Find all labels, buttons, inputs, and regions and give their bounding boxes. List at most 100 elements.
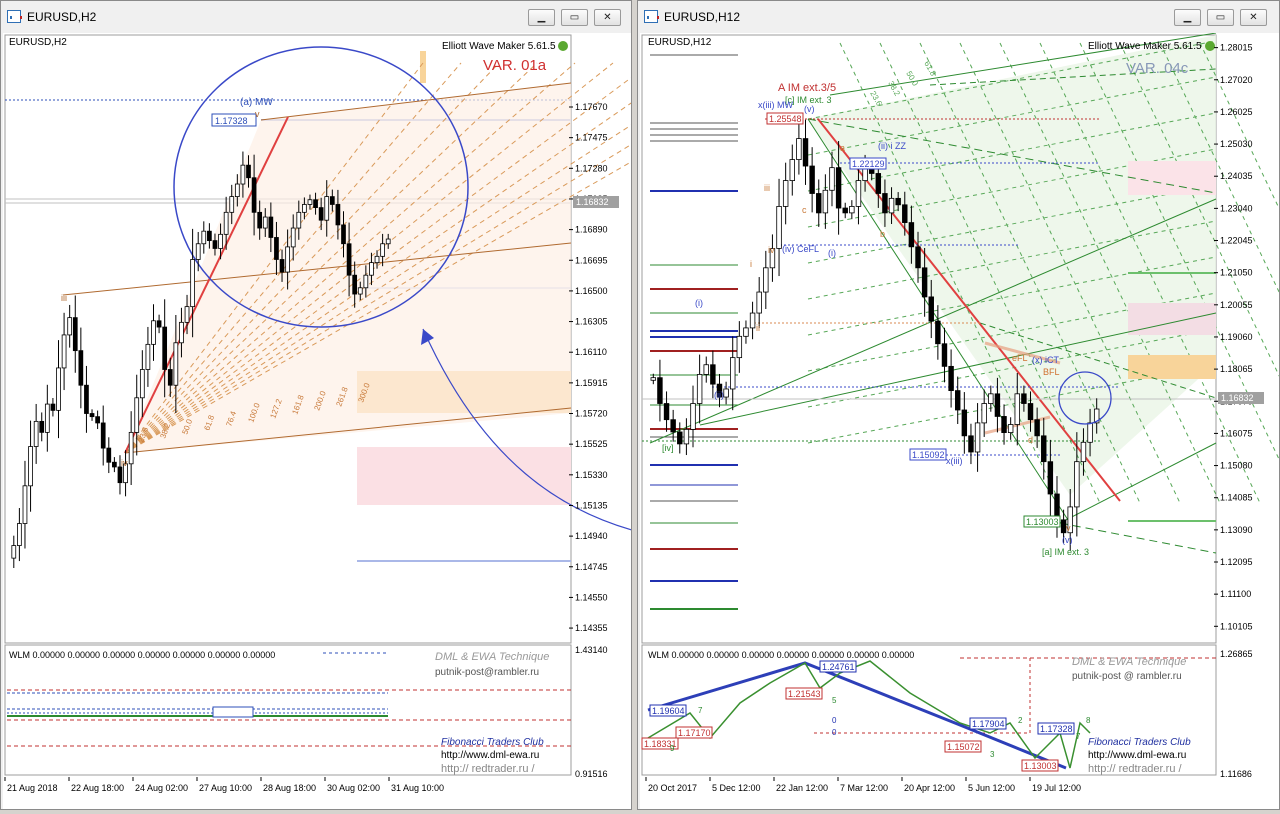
wlm-price-box: 1.21543 (785, 687, 823, 700)
chart-area[interactable]: (a) MW 1.17328 iii iv v 23.6 38.2 50.0 61.8… (3, 33, 1084, 809)
wave-label-d-small: d (1028, 435, 1033, 445)
wave-label-iv-cefl: (iv) CeFL (782, 244, 819, 254)
y-tick-label: 1.14085 (1220, 493, 1253, 503)
price-chart-h12[interactable]: 1.25548 1.22129 1.15092 1.13003 A IM ext… (640, 32, 1280, 809)
sub-axis-top: 1.43140 (575, 645, 608, 655)
price-chart-h2[interactable]: (a) MW 1.17328 iii iv v 23.6 38.2 50.0 61.8… (3, 33, 1084, 809)
window-titlebar[interactable]: EURUSD,H12 ▁ ▭ ✕ (638, 1, 1279, 33)
x-tick-label: 30 Aug 02:00 (327, 783, 380, 793)
svg-text:1.19604: 1.19604 (652, 706, 685, 716)
indicator-name: Elliott Wave Maker 5.61.5 (442, 41, 556, 52)
svg-text:1.24761: 1.24761 (822, 662, 855, 672)
y-tick-label: 1.17280 (575, 163, 608, 173)
wlm-small-label: 7 (1076, 732, 1081, 741)
wlm-small-label: 9 (670, 744, 675, 753)
wlm-small-label: 0 (832, 728, 837, 737)
wave-label-i-small: i (750, 259, 752, 269)
y-tick-label: 1.16305 (575, 317, 608, 327)
close-button[interactable]: ✕ (1240, 9, 1267, 26)
svg-text:1.17904: 1.17904 (972, 719, 1005, 729)
wave-label-xiii-low: x(iii) (946, 456, 963, 466)
wave-label-i-mid: (i) (828, 248, 836, 258)
indicator-name: Elliott Wave Maker 5.61.5 (1088, 41, 1202, 52)
x-tick-label: 19 Jul 12:00 (1032, 783, 1081, 793)
chart-window-icon (7, 10, 22, 23)
price-box-2: 1.22129 (852, 159, 885, 169)
y-tick-label: 1.13090 (1220, 525, 1253, 535)
window-title: EURUSD,H12 (664, 10, 741, 24)
wlm-price-box: 1.15072 (944, 740, 982, 753)
wave-label-a-ext: [a] IM ext. 3 (1042, 547, 1089, 557)
last-price-value: 1.16832 (1221, 393, 1254, 403)
window-titlebar[interactable]: EURUSD,H2 ▁ ▭ ✕ (1, 1, 631, 33)
wlm-label: WLM 0.00000 0.00000 0.00000 0.00000 0.00… (9, 650, 275, 660)
wave-label-iii-small: iii (764, 183, 770, 193)
wave-label-ii-izz: (ii) i ZZ (878, 141, 906, 151)
x-tick-label: 5 Dec 12:00 (712, 783, 761, 793)
x-tick-label: 27 Aug 10:00 (199, 783, 252, 793)
wave-label-iv-left: [iv] (662, 443, 674, 453)
credit-3: Fibonacci Traders Club (1088, 737, 1191, 748)
wave-label-xict: (x) iCT (1032, 355, 1059, 365)
y-tick-label: 1.16500 (575, 286, 608, 296)
minimize-button[interactable]: ▁ (528, 9, 555, 26)
maximize-button[interactable]: ▭ (561, 9, 588, 26)
close-button[interactable]: ✕ (594, 9, 621, 26)
symbol-label: EURUSD,H2 (9, 37, 67, 48)
y-tick-label: 1.15080 (1220, 461, 1253, 471)
y-tick-label: 1.27020 (1220, 75, 1253, 85)
y-tick-label: 1.15330 (575, 470, 608, 480)
y-tick-label: 1.15720 (575, 409, 608, 419)
wlm-small-label: 0 (832, 716, 837, 725)
sub-axis-top: 1.26865 (1220, 649, 1253, 659)
price-box-4: 1.13003 (1026, 517, 1059, 527)
wave-label-ii-small: ii (756, 323, 760, 333)
x-tick-label: 5 Jun 12:00 (968, 783, 1015, 793)
wave-label-c-small: c (802, 205, 807, 215)
variant-label: VAR. 01a (483, 57, 547, 74)
wlm-small-label: 8 (1086, 716, 1091, 725)
wlm-small-label: 2 (1018, 716, 1023, 725)
x-tick-label: 24 Aug 02:00 (135, 783, 188, 793)
y-tick-label: 1.22045 (1220, 236, 1253, 246)
y-tick-label: 1.26025 (1220, 107, 1253, 117)
chart-area[interactable]: 1.25548 1.22129 1.15092 1.13003 A IM ext… (640, 32, 1280, 809)
wave-label-iv: iv (121, 458, 128, 468)
x-tick-label: 22 Jan 12:00 (776, 783, 828, 793)
zone-pink-1 (1128, 161, 1216, 195)
wave-label-v-top: (v) (804, 104, 815, 114)
wave-label-iii: iii (61, 293, 67, 303)
y-tick-label: 1.12095 (1220, 557, 1253, 567)
credit-5: http:// redtrader.ru / (1088, 763, 1182, 775)
chart-window-icon (644, 10, 659, 23)
indicator-status-icon (558, 41, 568, 51)
wlm-price-box: 1.24761 (819, 660, 857, 673)
maximize-button[interactable]: ▭ (1207, 9, 1234, 26)
y-tick-label: 1.21050 (1220, 268, 1253, 278)
wave-label-bfl: BFL (1043, 367, 1060, 377)
x-tick-label: 20 Apr 12:00 (904, 783, 955, 793)
chart-window-eurusd-h2[interactable]: EURUSD,H2 ▁ ▭ ✕ (a) MW 1.17328 iii iv v … (0, 0, 1084, 810)
indicator-status-icon (1205, 41, 1215, 51)
y-tick-label: 1.16110 (575, 347, 607, 357)
zone-orange (1128, 355, 1216, 379)
wave-label-i-left: (i) (695, 298, 703, 308)
wlm-label: WLM 0.00000 0.00000 0.00000 0.00000 0.00… (648, 650, 914, 660)
credit-1: DML & EWA Technique (1072, 656, 1186, 668)
wave-label-v-low: (v) (1062, 535, 1073, 545)
wave-label-efl: eFL (1012, 353, 1028, 363)
y-tick-label: 1.17475 (575, 133, 608, 143)
price-box-1: 1.25548 (769, 114, 802, 124)
wave-label-a-small: a (840, 143, 845, 153)
credit-2: putnik-post@rambler.ru (435, 667, 539, 678)
y-tick-label: 1.15135 (575, 500, 608, 510)
wlm-small-label: 3 (990, 750, 995, 759)
minimize-button[interactable]: ▁ (1174, 9, 1201, 26)
variant-label: VAR. 04c (1126, 60, 1189, 77)
x-tick-label: 31 Aug 10:00 (391, 783, 444, 793)
y-tick-label: 1.11100 (1220, 589, 1251, 599)
y-tick-label: 1.20055 (1220, 300, 1253, 310)
wave-label-ii-left: (ii) (714, 390, 724, 400)
chart-window-eurusd-h12[interactable]: EURUSD,H12 ▁ ▭ ✕ 1.25548 1.22129 1.15092… (637, 0, 1280, 810)
y-tick-label: 1.14355 (575, 623, 608, 633)
